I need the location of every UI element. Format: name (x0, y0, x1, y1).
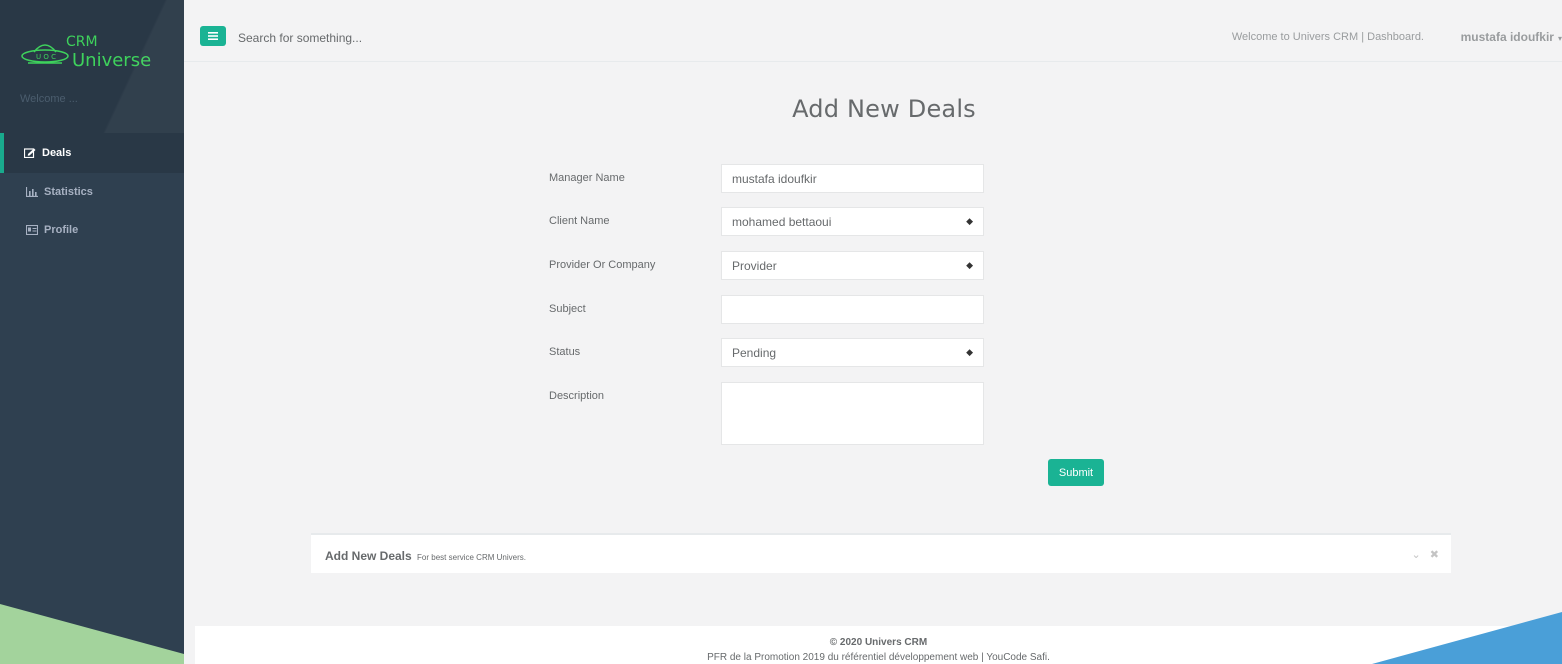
topbar: Welcome to Univers CRM | Dashboard. must… (184, 0, 1562, 62)
description-label: Description (549, 390, 605, 402)
info-panel-heading: Add New Deals (325, 549, 412, 563)
client-name-value: mohamed bettaoui (732, 214, 832, 229)
sidebar-item-deals[interactable]: Deals (0, 133, 184, 173)
welcome-message: Welcome to Univers CRM | Dashboard. (1231, 31, 1424, 43)
client-name-select[interactable]: mohamed bettaoui ◆ (721, 207, 984, 236)
status-label: Status (549, 346, 581, 358)
footer: © 2020 Univers CRM PFR de la Promotion 2… (195, 626, 1562, 664)
svg-text:U O C: U O C (36, 53, 56, 61)
sidebar-item-statistics[interactable]: Statistics (0, 173, 184, 211)
info-panel-title: Add New Deals For best service CRM Unive… (325, 549, 526, 563)
status-select[interactable]: Pending ◆ (721, 338, 984, 367)
brand-line1: CRM (66, 34, 98, 50)
brand-logo[interactable]: U O C CRM Universe (20, 34, 170, 78)
info-panel: Add New Deals For best service CRM Unive… (311, 533, 1451, 573)
sidebar-item-profile[interactable]: Profile (0, 211, 184, 249)
sidebar-header: U O C CRM Universe Welcome ... (0, 0, 184, 133)
caret-down-icon: ▾ (1557, 34, 1562, 43)
id-card-icon (26, 225, 38, 235)
ufo-logo-icon: U O C (21, 44, 69, 64)
client-name-label: Client Name (549, 215, 610, 227)
decorative-shape-icon (0, 604, 184, 664)
close-icon[interactable]: ✖ (1430, 549, 1439, 561)
select-arrows-icon: ◆ (966, 216, 973, 226)
page-title: Add New Deals (792, 95, 976, 123)
sidebar-item-label: Statistics (44, 186, 93, 198)
select-arrows-icon: ◆ (966, 347, 973, 357)
user-name: mustafa idoufkir (1460, 30, 1554, 44)
decorative-shape-icon (1372, 612, 1562, 664)
select-arrows-icon: ◆ (966, 260, 973, 270)
manager-name-field[interactable]: mustafa idoufkir (721, 164, 984, 193)
provider-company-value: Provider (732, 258, 777, 273)
collapse-chevron-icon[interactable]: ⌄ (1412, 549, 1421, 561)
bar-chart-icon (26, 187, 38, 197)
sidebar-welcome: Welcome ... (20, 93, 78, 105)
edit-icon (24, 148, 36, 158)
description-textarea[interactable] (721, 382, 984, 445)
footer-copyright: © 2020 Univers CRM (829, 637, 928, 648)
sidebar-nav: Deals Statistics Profile (0, 133, 184, 249)
sidebar: U O C CRM Universe Welcome ... Deals Sta… (0, 0, 184, 664)
subject-input[interactable] (721, 295, 984, 324)
provider-company-select[interactable]: Provider ◆ (721, 251, 984, 280)
manager-name-value: mustafa idoufkir (732, 171, 817, 186)
manager-name-label: Manager Name (549, 172, 625, 184)
status-value: Pending (732, 345, 777, 360)
menu-toggle-button[interactable] (200, 26, 226, 46)
subject-label: Subject (549, 303, 586, 315)
footer-subtitle: PFR de la Promotion 2019 du référentiel … (707, 652, 1050, 663)
search-input[interactable] (238, 28, 638, 48)
provider-company-label: Provider Or Company (549, 259, 656, 271)
sidebar-item-label: Deals (42, 147, 72, 159)
info-panel-tools: ⌄ ✖ (1406, 548, 1440, 561)
info-panel-subtitle: For best service CRM Univers. (417, 553, 526, 562)
brand-line2: Universe (72, 50, 152, 71)
user-menu-dropdown[interactable]: mustafa idoufkir ▾ (1461, 30, 1562, 44)
hamburger-icon (208, 32, 218, 40)
sidebar-item-label: Profile (44, 224, 79, 236)
submit-button[interactable]: Submit (1048, 459, 1104, 486)
